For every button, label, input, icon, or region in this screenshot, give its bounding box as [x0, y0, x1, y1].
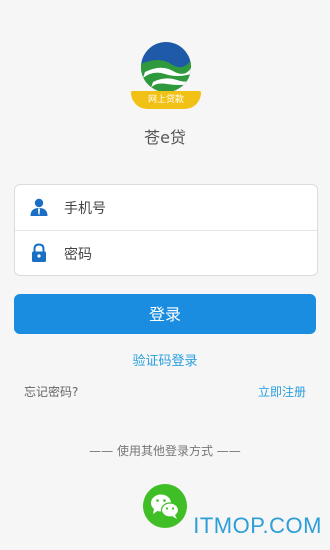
logo-icon	[141, 42, 191, 92]
wechat-login-button[interactable]	[143, 484, 187, 528]
forgot-password-link[interactable]: 忘记密码?	[24, 383, 78, 400]
wechat-icon	[151, 494, 180, 519]
phone-input[interactable]	[62, 185, 306, 232]
user-icon	[29, 197, 49, 217]
register-link[interactable]: 立即注册	[258, 383, 306, 400]
app-name: 苍e贷	[144, 128, 186, 147]
site-watermark: ITMOP.COM	[193, 513, 322, 538]
logo-banner: 网上贷款	[131, 91, 201, 109]
app-logo: 网上贷款	[131, 40, 201, 112]
password-input[interactable]	[62, 231, 306, 278]
login-form	[14, 184, 318, 278]
lock-icon	[29, 243, 49, 263]
login-button[interactable]: 登录	[14, 294, 316, 334]
password-row	[15, 230, 317, 278]
other-login-divider: —— 使用其他登录方式 ——	[89, 444, 241, 458]
phone-row	[15, 185, 317, 232]
sms-login-link[interactable]: 验证码登录	[0, 350, 330, 369]
